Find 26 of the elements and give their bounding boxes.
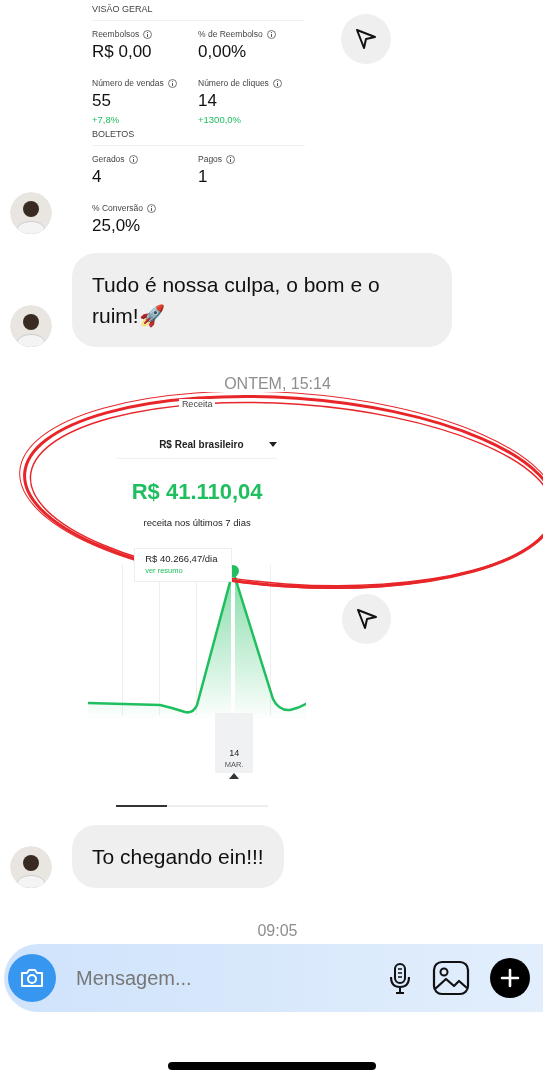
metric-value: 0,00% [198, 42, 248, 62]
metric-change: +7,8% [92, 114, 121, 125]
message-bubble: Tudo é nossa culpa, o bom e o ruim!🚀 [72, 253, 452, 347]
metric-change: +1300,0% [198, 114, 243, 125]
timestamp: ONTEM, 15:14 [223, 375, 331, 393]
metric-value: 4 [92, 167, 103, 187]
message-bubble: To chegando ein!!! [72, 825, 284, 888]
metric-label: Gerados [92, 154, 125, 164]
metric-label: % Conversão [92, 203, 144, 213]
metric-value: 1 [198, 167, 209, 187]
metric-value: 55 [92, 91, 112, 111]
section-title: VISÃO GERAL [92, 0, 305, 21]
metric-label: % de Reembolso [198, 29, 263, 39]
tooltip-value: R$ 40.266,47/dia [145, 553, 219, 564]
metric-value: 25,0% [92, 216, 142, 235]
metric-label: Reembolsos [92, 29, 140, 39]
revenue-caption: receita nos últimos 7 dias [143, 517, 251, 528]
metric-label: Número de cliques [198, 78, 269, 88]
metric-label: Pagos [198, 154, 223, 164]
section-title: BOLETOS [92, 125, 305, 146]
metric-value: R$ 0,00 [92, 42, 153, 62]
revenue-total: R$ 41.110,04 [131, 479, 263, 505]
section-title: Receita [178, 399, 216, 409]
timestamp: 09:05 [256, 922, 298, 940]
metric-label: Número de vendas [92, 78, 164, 88]
metric-value: 14 [198, 91, 218, 111]
